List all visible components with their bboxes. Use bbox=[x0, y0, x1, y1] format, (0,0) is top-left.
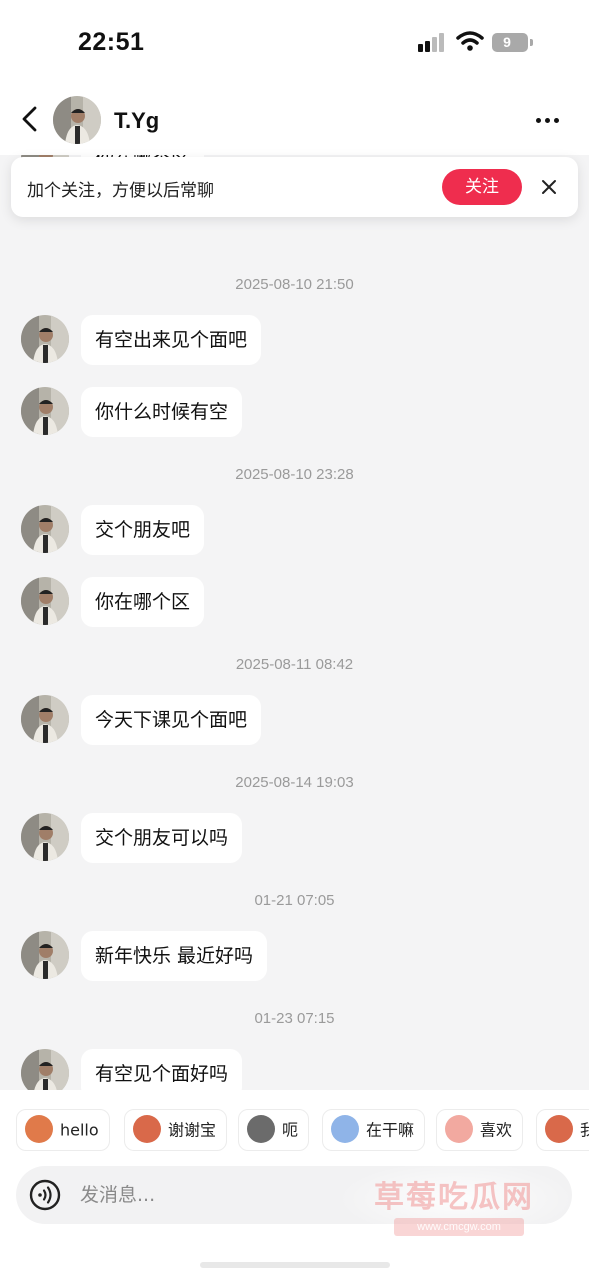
sticker-chip[interactable]: 呃 bbox=[238, 1109, 310, 1151]
cellular-signal-icon bbox=[418, 32, 448, 52]
sticker-chip[interactable]: 谢谢宝 bbox=[124, 1109, 228, 1151]
ghost-icon bbox=[331, 1114, 359, 1143]
voice-input-icon[interactable] bbox=[29, 1179, 61, 1211]
message-timestamp: 2025-08-10 23:28 bbox=[235, 466, 354, 483]
avatar[interactable] bbox=[21, 695, 69, 743]
message-bubble[interactable]: 你在哪个区 bbox=[81, 577, 205, 627]
message-timestamp: 01-21 07:05 bbox=[254, 892, 335, 909]
follow-button[interactable]: 关注 bbox=[442, 169, 522, 205]
sticker-label: hello bbox=[60, 1120, 99, 1140]
message-bubble[interactable]: 交个朋友吧 bbox=[81, 505, 205, 555]
sticker-label: 谢谢宝 bbox=[168, 1120, 217, 1140]
message-timestamp: 2025-08-11 08:42 bbox=[235, 656, 354, 673]
message-bubble[interactable]: 有空出来见个面吧 bbox=[81, 315, 262, 365]
battery-level: 9 bbox=[503, 34, 511, 50]
follow-prompt-text: 加个关注，方便以后常聊 bbox=[27, 181, 214, 201]
chat-message-list[interactable]: 你在哪个区 2025-08-10 21:50 有空出来见个面吧你什么时候有空 2025… bbox=[0, 155, 589, 1090]
sticker-label: 喜欢 bbox=[480, 1120, 513, 1140]
avatar[interactable] bbox=[53, 96, 101, 144]
watermark-url: www.cmcgw.com bbox=[394, 1218, 524, 1236]
sticker-suggestion-bar[interactable]: hello 谢谢宝 呃 在干嘛 喜欢 我 bbox=[0, 1090, 589, 1166]
avatar[interactable] bbox=[21, 315, 69, 363]
message-timestamp: 2025-08-14 19:03 bbox=[235, 774, 354, 791]
avatar[interactable] bbox=[21, 505, 69, 553]
avatar[interactable] bbox=[21, 813, 69, 861]
message-bubble[interactable]: 你什么时候有空 bbox=[81, 387, 243, 437]
sticker-chip[interactable]: 我 bbox=[536, 1109, 589, 1151]
status-bar: 22:51 9 bbox=[0, 0, 589, 88]
watermark-text: 草莓吃瓜网 bbox=[374, 1180, 534, 1215]
monkey-hello-icon bbox=[25, 1114, 53, 1143]
monkey-thanks-icon bbox=[133, 1114, 161, 1143]
message-bubble[interactable]: 有空见个面好吗 bbox=[81, 1049, 243, 1090]
sticker-label: 呃 bbox=[282, 1120, 299, 1140]
back-icon[interactable] bbox=[16, 104, 46, 134]
avatar[interactable] bbox=[21, 1049, 69, 1090]
home-indicator bbox=[200, 1262, 390, 1268]
battery-icon: 9 bbox=[492, 33, 533, 52]
status-time: 22:51 bbox=[78, 28, 145, 56]
follow-banner: 加个关注，方便以后常聊 关注 bbox=[11, 157, 578, 217]
message-timestamp: 2025-08-10 21:50 bbox=[235, 276, 354, 293]
sticker-label: 我 bbox=[580, 1120, 589, 1140]
wifi-icon bbox=[456, 31, 484, 51]
sticker-label: 在干嘛 bbox=[366, 1120, 415, 1140]
message-bubble[interactable]: 新年快乐 最近好吗 bbox=[81, 931, 268, 981]
avatar[interactable] bbox=[21, 577, 69, 625]
avatar[interactable] bbox=[21, 387, 69, 435]
close-icon[interactable] bbox=[540, 178, 558, 196]
pig-like-icon bbox=[445, 1114, 473, 1143]
monkey-icon bbox=[545, 1114, 573, 1143]
cat-icon bbox=[247, 1114, 275, 1143]
contact-name[interactable]: T.Yg bbox=[114, 108, 159, 134]
message-bubble[interactable]: 交个朋友可以吗 bbox=[81, 813, 243, 863]
avatar[interactable] bbox=[21, 931, 69, 979]
message-input[interactable] bbox=[80, 1175, 380, 1215]
chat-header: T.Yg bbox=[0, 88, 589, 154]
sticker-chip[interactable]: 在干嘛 bbox=[322, 1109, 426, 1151]
message-timestamp: 01-23 07:15 bbox=[254, 1010, 335, 1027]
sticker-chip[interactable]: hello bbox=[16, 1109, 110, 1151]
watermark: 草莓吃瓜网 www.cmcgw.com bbox=[336, 1160, 576, 1238]
more-options-icon[interactable] bbox=[536, 116, 566, 126]
sticker-chip[interactable]: 喜欢 bbox=[436, 1109, 524, 1151]
message-bubble[interactable]: 今天下课见个面吧 bbox=[81, 695, 262, 745]
